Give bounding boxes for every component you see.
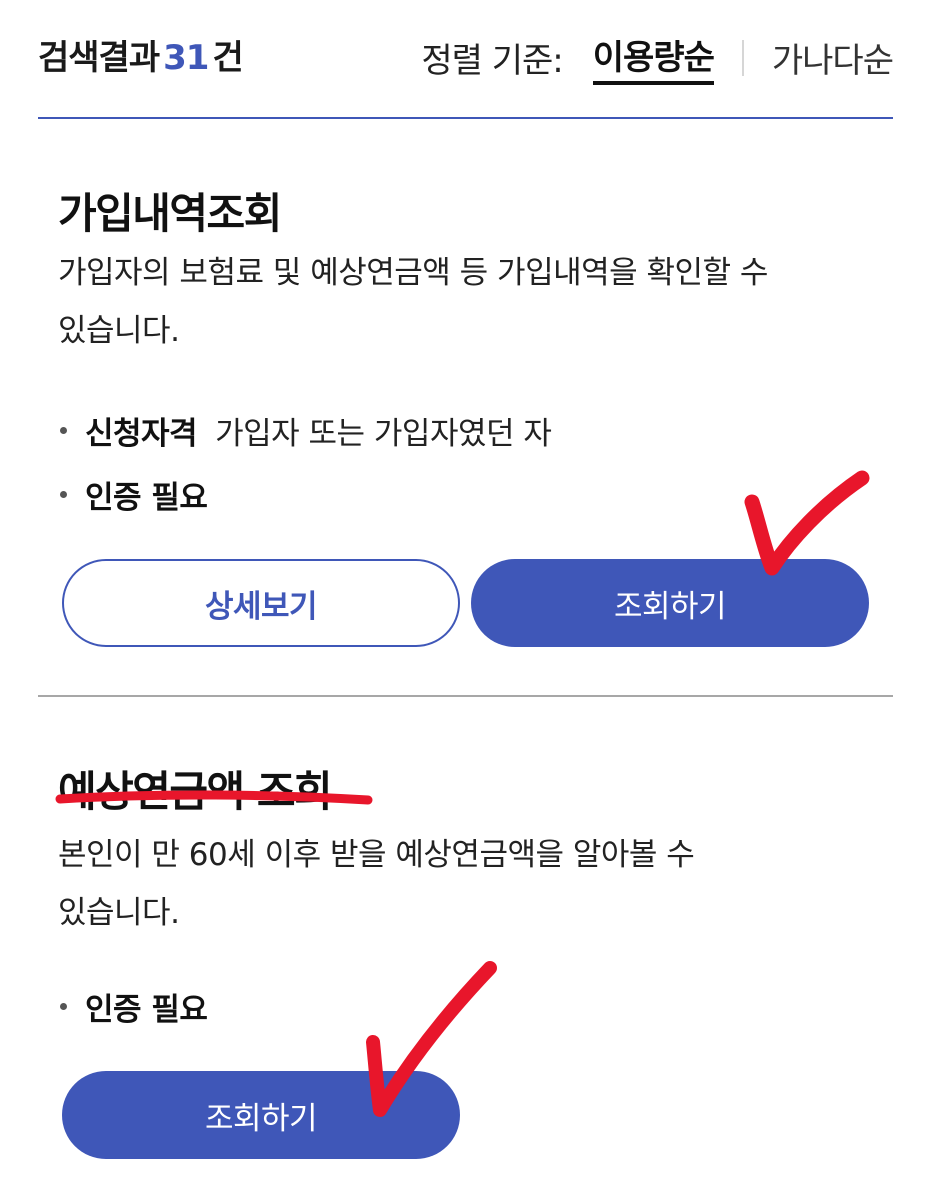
eligibility-value: 가입자 또는 가입자였던 자: [215, 416, 552, 452]
sort-separator: [741, 39, 744, 76]
search-results-page: 검색결과 31 건 정렬 기준: 이용량순 가나다순 가입내역조회 가입자의 보험료…: [0, 0, 931, 1200]
sort-option-usage[interactable]: 이용량순: [592, 30, 715, 85]
auth-required-label: 인증 필요: [85, 480, 208, 516]
card-description-line: 본인이 만 60세 이후 받을 예상연금액을 알아볼 수: [58, 837, 695, 873]
result-suffix: 건: [212, 38, 243, 78]
result-count: 31: [163, 38, 209, 78]
auth-required-item: 인증 필요: [58, 984, 225, 1029]
bullet-icon: [60, 427, 67, 434]
eligibility-item: 신청자격 가입자 또는 가입자였던 자: [58, 408, 552, 453]
card-title: 가입내역조회: [58, 189, 282, 238]
result-prefix: 검색결과: [38, 38, 160, 78]
details-button[interactable]: 상세보기: [62, 559, 460, 647]
inquiry-button[interactable]: 조회하기: [62, 1071, 460, 1159]
inquiry-button[interactable]: 조회하기: [471, 559, 869, 647]
card-description-line: 있습니다.: [58, 895, 180, 931]
card-description: 가입자의 보험료 및 예상연금액 등 가입내역을 확인할 수 있습니다.: [58, 244, 858, 360]
sort-control: 정렬 기준: 이용량순 가나다순: [421, 30, 894, 85]
card-description-line: 가입자의 보험료 및 예상연금액 등 가입내역을 확인할 수: [58, 255, 768, 291]
result-count-summary: 검색결과 31 건: [38, 30, 244, 79]
bullet-icon: [60, 491, 67, 498]
sort-label: 정렬 기준:: [421, 41, 563, 81]
auth-required-label: 인증 필요: [85, 992, 208, 1028]
results-header: 검색결과 31 건 정렬 기준: 이용량순 가나다순: [38, 24, 894, 85]
checkmark-annotation: [744, 470, 870, 576]
card-description: 본인이 만 60세 이후 받을 예상연금액을 알아볼 수 있습니다.: [58, 826, 858, 942]
bullet-icon: [60, 1003, 67, 1010]
sort-option-alphabetical[interactable]: 가나다순: [772, 33, 894, 82]
eligibility-key: 신청자격: [85, 416, 198, 452]
header-divider: [38, 117, 893, 119]
card-title: 예상연금액 조회: [58, 767, 333, 816]
card-divider: [38, 695, 893, 697]
auth-required-item: 인증 필요: [58, 472, 225, 517]
card-description-line: 있습니다.: [58, 313, 180, 349]
